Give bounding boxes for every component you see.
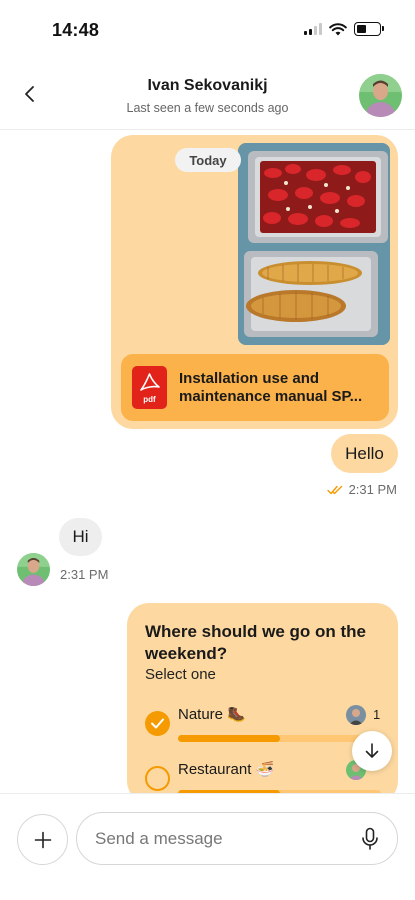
poll-hint: Select one — [145, 666, 216, 683]
message-meta: 2:31 PM — [326, 482, 397, 497]
file-attachment[interactable]: pdf Installation use and maintenance man… — [121, 354, 389, 421]
file-type-label: pdf — [143, 395, 156, 404]
outgoing-text-message[interactable]: Hello — [331, 434, 398, 473]
date-divider: Today — [175, 148, 241, 172]
poll-option-label: Restaurant 🍜 — [178, 761, 275, 778]
poll-progress-bar — [178, 735, 381, 742]
poll-option-label: Nature 🥾 — [178, 706, 246, 723]
message-composer — [0, 793, 415, 900]
contact-avatar[interactable] — [359, 74, 402, 117]
incoming-text-message[interactable]: Hi — [59, 518, 102, 556]
contact-status: Last seen a few seconds ago — [126, 101, 289, 115]
double-check-icon — [326, 485, 342, 494]
poll-progress-fill — [178, 735, 280, 742]
voter-avatar — [346, 705, 366, 725]
signal-icon — [304, 23, 322, 35]
sender-avatar[interactable] — [17, 553, 50, 586]
wifi-icon — [329, 22, 347, 35]
radio-icon[interactable] — [145, 766, 170, 791]
add-attachment-button[interactable] — [17, 814, 68, 865]
pdf-icon: pdf — [132, 366, 167, 409]
message-input[interactable] — [95, 813, 355, 864]
poll-question: Where should we go on the weekend? — [145, 622, 366, 663]
message-time: 2:31 PM — [60, 567, 109, 582]
contact-name[interactable]: Ivan Sekovanikj — [0, 77, 415, 95]
poll-message: Where should we go on the weekend? Selec… — [127, 603, 398, 803]
status-icons — [304, 22, 384, 36]
scroll-to-bottom-button[interactable] — [352, 731, 392, 771]
message-time: 2:31 PM — [348, 482, 397, 497]
message-input-wrapper — [76, 812, 398, 865]
battery-icon — [354, 22, 384, 36]
arrow-down-icon — [365, 743, 379, 758]
status-time: 14:48 — [52, 20, 100, 40]
check-icon[interactable] — [145, 711, 170, 736]
status-bar: 14:48 — [0, 0, 415, 60]
poll-vote-count: 1 — [373, 707, 381, 722]
file-name: Installation use and maintenance manual … — [179, 370, 363, 405]
microphone-icon[interactable] — [360, 827, 380, 851]
photo-attachment[interactable] — [238, 143, 390, 345]
chat-header: Ivan Sekovanikj Last seen a few seconds … — [0, 60, 415, 130]
plus-icon — [34, 831, 51, 848]
